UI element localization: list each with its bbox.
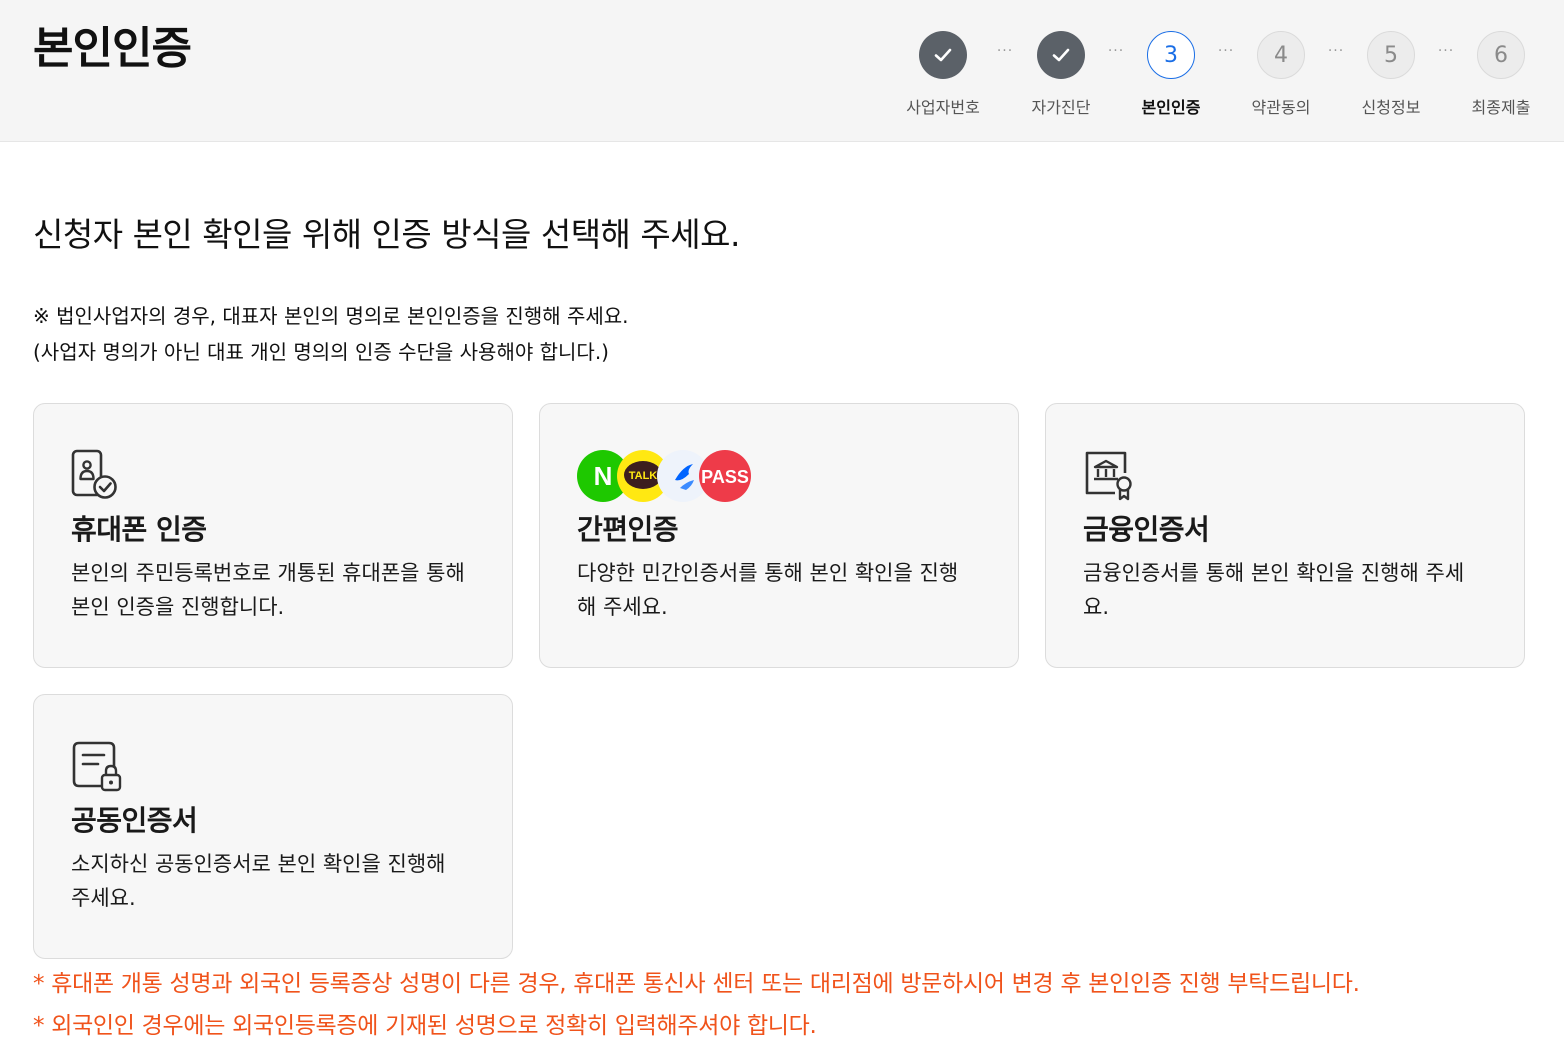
corporate-notice: ※ 법인사업자의 경우, 대표자 본인의 명의로 본인인증을 진행해 주세요. … (33, 298, 629, 370)
page-header: 본인인증 사업자번호 ··· 자가진단 ··· 3 본인인증 ··· 4 약관동… (0, 0, 1564, 142)
phone-auth-card[interactable]: 휴대폰 인증 본인의 주민등록번호로 개통된 휴대폰을 통해 본인 인증을 진행… (33, 403, 513, 668)
step-label: 본인인증 (1141, 98, 1201, 117)
step-number: 5 (1367, 31, 1415, 79)
financial-cert-card[interactable]: 금융인증서 금융인증서를 통해 본인 확인을 진행해 주세요. (1045, 403, 1525, 668)
step-label: 약관동의 (1251, 98, 1311, 117)
phone-check-icon (71, 449, 121, 505)
step-final-submit: 6 최종제출 (1456, 31, 1546, 118)
progress-stepper: 사업자번호 ··· 자가진단 ··· 3 본인인증 ··· 4 약관동의 ···… (0, 0, 1564, 141)
card-description: 소지하신 공동인증서로 본인 확인을 진행해 주세요. (71, 852, 446, 910)
simple-auth-logos: N TALK PASS (577, 450, 753, 508)
notice-line: (사업자 명의가 아닌 대표 개인 명의의 인증 수단을 사용해야 합니다.) (33, 340, 609, 364)
step-application-info: 5 신청정보 (1346, 31, 1436, 118)
svg-text:TALK: TALK (629, 470, 658, 482)
joint-cert-card[interactable]: 공동인증서 소지하신 공동인증서로 본인 확인을 진행해 주세요. (33, 694, 513, 959)
step-number: 3 (1147, 31, 1195, 79)
step-label: 사업자번호 (906, 98, 980, 117)
section-heading: 신청자 본인 확인을 위해 인증 방식을 선택해 주세요. (33, 215, 740, 254)
card-description: 본인의 주민등록번호로 개통된 휴대폰을 통해 본인 인증을 진행합니다. (71, 561, 465, 619)
card-description: 금융인증서를 통해 본인 확인을 진행해 주세요. (1083, 561, 1465, 619)
document-lock-icon (71, 740, 125, 800)
step-terms-agreement: 4 약관동의 (1236, 31, 1326, 118)
pass-logo-icon: PASS (699, 450, 751, 502)
warning-name-mismatch: * 휴대폰 개통 성명과 외국인 등록증상 성명이 다른 경우, 휴대폰 통신사… (33, 971, 1360, 997)
step-self-diagnosis: 자가진단 (1016, 31, 1106, 118)
card-title: 간편인증 (577, 513, 679, 546)
warning-foreigner-name: * 외국인인 경우에는 외국인등록증에 기재된 성명으로 정확히 입력해주셔야 … (33, 1013, 817, 1039)
card-title: 공동인증서 (71, 804, 198, 837)
bank-certificate-icon (1083, 449, 1137, 507)
step-label: 자가진단 (1031, 98, 1091, 117)
step-label: 신청정보 (1361, 98, 1421, 117)
notice-line: ※ 법인사업자의 경우, 대표자 본인의 명의로 본인인증을 진행해 주세요. (33, 304, 629, 328)
card-title: 금융인증서 (1083, 513, 1210, 546)
step-2-check-icon (1037, 31, 1085, 79)
card-description: 다양한 민간인증서를 통해 본인 확인을 진행해 주세요. (577, 561, 959, 619)
step-1-check-icon (919, 31, 967, 79)
step-number: 4 (1257, 31, 1305, 79)
card-title: 휴대폰 인증 (71, 513, 207, 546)
step-business-number: 사업자번호 (898, 31, 988, 118)
step-label: 최종제출 (1471, 98, 1531, 117)
svg-text:PASS: PASS (701, 467, 749, 487)
simple-auth-card[interactable]: N TALK PASS 간편인증 다양한 민간인증서를 통해 본인 확인을 진행… (539, 403, 1019, 668)
svg-text:N: N (594, 461, 613, 491)
step-identity-verification: 3 본인인증 (1126, 31, 1216, 118)
step-number: 6 (1477, 31, 1525, 79)
